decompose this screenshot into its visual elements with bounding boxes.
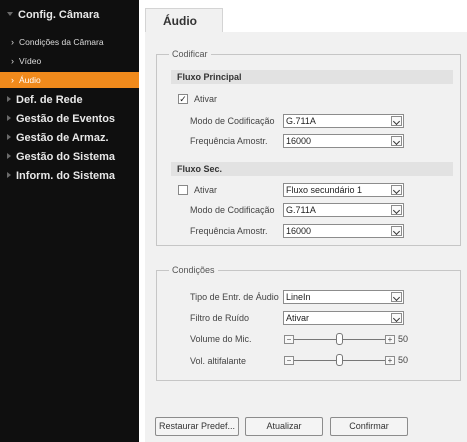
sub-freq-label: Frequência Amostr. (190, 226, 268, 236)
sidebar-section-system[interactable]: Gestão do Sistema (0, 148, 139, 166)
main-codec-value: G.711A (286, 116, 316, 126)
main-stream-enable-checkbox[interactable]: ✓ (178, 94, 188, 104)
speaker-volume-minus-button[interactable]: − (284, 356, 294, 365)
speaker-volume-label: Vol. altifalante (190, 356, 247, 366)
sub-stream-value: Fluxo secundário 1 (286, 185, 363, 195)
sub-codec-value: G.711A (286, 205, 316, 215)
main-codec-select[interactable]: G.711A (283, 114, 404, 128)
main-stream-header: Fluxo Principal (171, 70, 453, 84)
mic-volume-plus-button[interactable]: + (385, 335, 395, 344)
collapsed-arrow-icon (7, 96, 11, 102)
encode-legend: Codificar (169, 49, 211, 60)
expanded-arrow-icon (7, 12, 13, 16)
sidebar-item-label: Vídeo (19, 56, 42, 66)
collapsed-arrow-icon (7, 172, 11, 178)
chevron-right-icon: › (11, 37, 14, 47)
noise-filter-label: Filtro de Ruído (190, 313, 250, 323)
chevron-right-icon: › (11, 75, 14, 85)
main-freq-label: Frequência Amostr. (190, 136, 268, 146)
sidebar-section-label: Def. de Rede (16, 94, 83, 106)
main-freq-select[interactable]: 16000 (283, 134, 404, 148)
confirm-button[interactable]: Confirmar (330, 417, 408, 436)
mic-volume-minus-button[interactable]: − (284, 335, 294, 344)
mic-volume-thumb[interactable] (335, 333, 343, 345)
sidebar-section-label: Gestão de Eventos (16, 113, 116, 125)
speaker-volume-value: 50 (398, 355, 409, 365)
mic-volume-value: 50 (398, 334, 409, 344)
sidebar-item-audio[interactable]: › Áudio (0, 72, 139, 88)
sub-freq-select[interactable]: 16000 (283, 224, 404, 238)
sub-freq-value: 16000 (286, 226, 312, 236)
sidebar-section-events[interactable]: Gestão de Eventos (0, 110, 139, 128)
sidebar-item-camera-conditions[interactable]: › Condições da Câmara (0, 34, 139, 50)
refresh-button[interactable]: Atualizar (245, 417, 323, 436)
sidebar-section-network[interactable]: Def. de Rede (0, 91, 139, 109)
sidebar-item-label: Condições da Câmara (19, 37, 104, 47)
sidebar-section-label: Inform. do Sistema (16, 170, 116, 182)
chevron-down-icon (391, 313, 402, 323)
input-type-value: LineIn (286, 292, 311, 302)
sub-codec-select[interactable]: G.711A (283, 203, 404, 217)
noise-filter-select[interactable]: Ativar (283, 311, 404, 325)
sidebar-section-storage[interactable]: Gestão de Armaz. (0, 129, 139, 147)
collapsed-arrow-icon (7, 134, 11, 140)
sub-stream-enable-label: Ativar (194, 185, 218, 195)
main-codec-label: Modo de Codificação (190, 116, 275, 126)
sidebar-section-label: Gestão de Armaz. (16, 132, 109, 144)
sidebar-section-label: Gestão do Sistema (16, 151, 116, 163)
chevron-down-icon (391, 226, 402, 236)
main-freq-value: 16000 (286, 136, 312, 146)
collapsed-arrow-icon (7, 153, 11, 159)
collapsed-arrow-icon (7, 115, 11, 121)
sidebar-item-label: Áudio (19, 75, 41, 85)
chevron-right-icon: › (11, 56, 14, 66)
mic-volume-label: Volume do Mic. (190, 334, 252, 344)
sidebar: Config. Câmara › Condições da Câmara › Víd… (0, 0, 139, 442)
sub-stream-header: Fluxo Sec. (171, 162, 453, 176)
chevron-down-icon (391, 185, 402, 195)
chevron-down-icon (391, 136, 402, 146)
speaker-volume-thumb[interactable] (335, 354, 343, 366)
chevron-down-icon (391, 292, 402, 302)
chevron-down-icon (391, 205, 402, 215)
chevron-down-icon (391, 116, 402, 126)
input-type-select[interactable]: LineIn (283, 290, 404, 304)
sidebar-section-system-info[interactable]: Inform. do Sistema (0, 167, 139, 185)
sub-stream-select[interactable]: Fluxo secundário 1 (283, 183, 404, 197)
input-type-label: Tipo de Entr. de Áudio (190, 292, 279, 302)
sub-codec-label: Modo de Codificação (190, 205, 275, 215)
restore-default-button[interactable]: Restaurar Predef... (155, 417, 239, 436)
sidebar-section-label: Config. Câmara (18, 9, 100, 21)
sidebar-item-video[interactable]: › Vídeo (0, 53, 139, 69)
tab-audio[interactable]: Áudio (145, 8, 223, 32)
speaker-volume-plus-button[interactable]: + (385, 356, 395, 365)
conditions-legend: Condições (169, 265, 218, 276)
audio-settings-panel: Codificar Fluxo Principal ✓ Ativar Modo … (145, 32, 467, 442)
noise-filter-value: Ativar (286, 313, 310, 323)
sub-stream-enable-checkbox[interactable] (178, 185, 188, 195)
sidebar-section-camera-config[interactable]: Config. Câmara (0, 6, 139, 24)
main-stream-enable-label: Ativar (194, 94, 218, 104)
